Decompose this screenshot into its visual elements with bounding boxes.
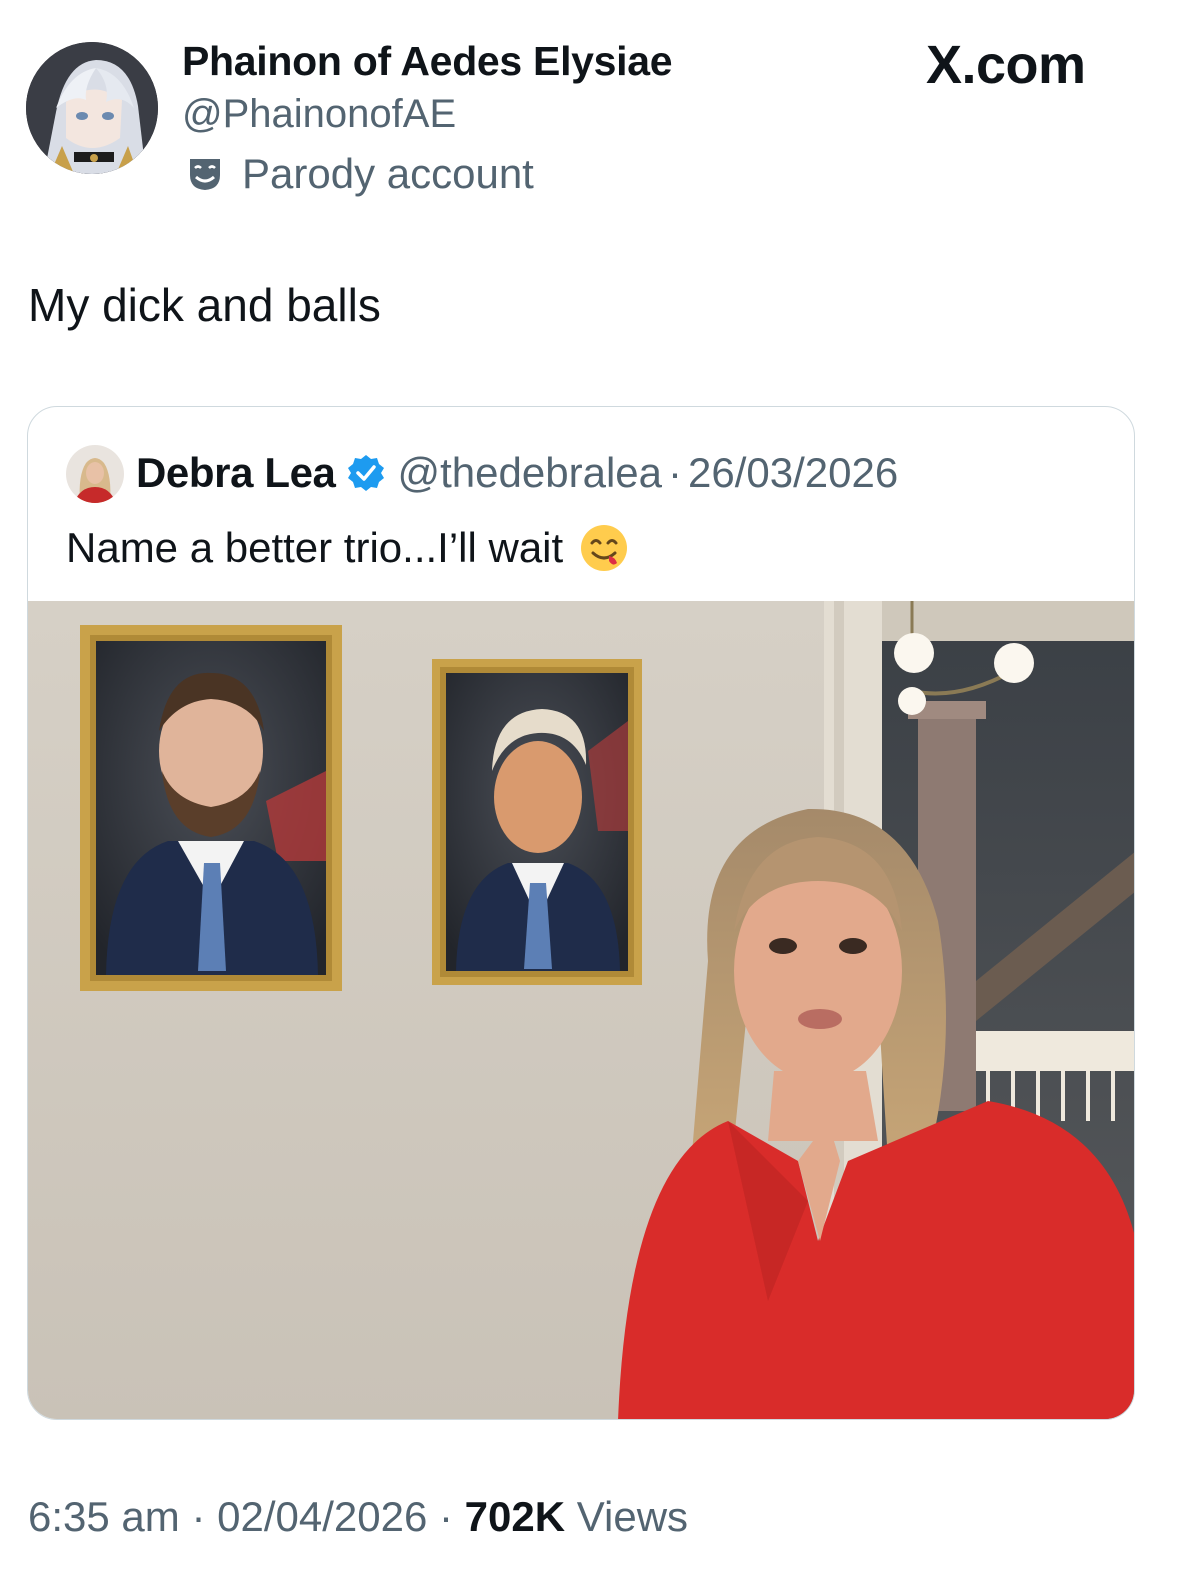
views-count[interactable]: 702K (465, 1493, 565, 1540)
avatar-illustration (26, 42, 158, 174)
footer-separator: · (191, 1493, 206, 1540)
portrait-left (80, 625, 342, 991)
quote-separator: · (668, 449, 682, 496)
quote-author-avatar[interactable] (66, 445, 124, 503)
author-display-name[interactable]: Phainon of Aedes Elysiae (182, 38, 673, 85)
footer-separator: · (439, 1493, 453, 1540)
parody-label: Parody account (242, 150, 534, 197)
author-handle[interactable]: @PhainonofAE (182, 92, 456, 137)
quote-avatar-photo (66, 445, 124, 503)
views-label: Views (576, 1493, 689, 1540)
tweet-text: My dick and balls (28, 279, 381, 331)
verified-badge-icon (347, 455, 384, 491)
brand-watermark: X.com (926, 35, 1086, 95)
tweet-date[interactable]: 02/04/2026 (217, 1493, 427, 1540)
portrait-right (432, 659, 642, 985)
tweet-time[interactable]: 6:35 am (28, 1493, 180, 1540)
quoted-tweet-card[interactable]: Debra Lea @thedebralea · 26/03/2026 Name… (27, 406, 1135, 1420)
quote-display-name[interactable]: Debra Lea (136, 449, 336, 497)
quote-attached-photo[interactable] (28, 601, 1135, 1420)
parody-mask-icon (190, 159, 220, 190)
quote-text-row: Name a better trio...I’ll wait (66, 523, 629, 573)
quote-handle[interactable]: @thedebralea (398, 449, 663, 497)
quote-date[interactable]: 26/03/2026 (688, 449, 898, 497)
author-avatar[interactable] (26, 42, 158, 174)
tweet-footer: 6:35 am · 02/04/2026 · 702K Views (28, 1493, 688, 1541)
face-savoring-food-emoji (581, 525, 628, 571)
quote-text: Name a better trio...I’ll wait (66, 524, 564, 571)
quote-header: Debra Lea @thedebralea · 26/03/2026 (136, 449, 898, 497)
parody-badge: Parody account (186, 150, 534, 198)
